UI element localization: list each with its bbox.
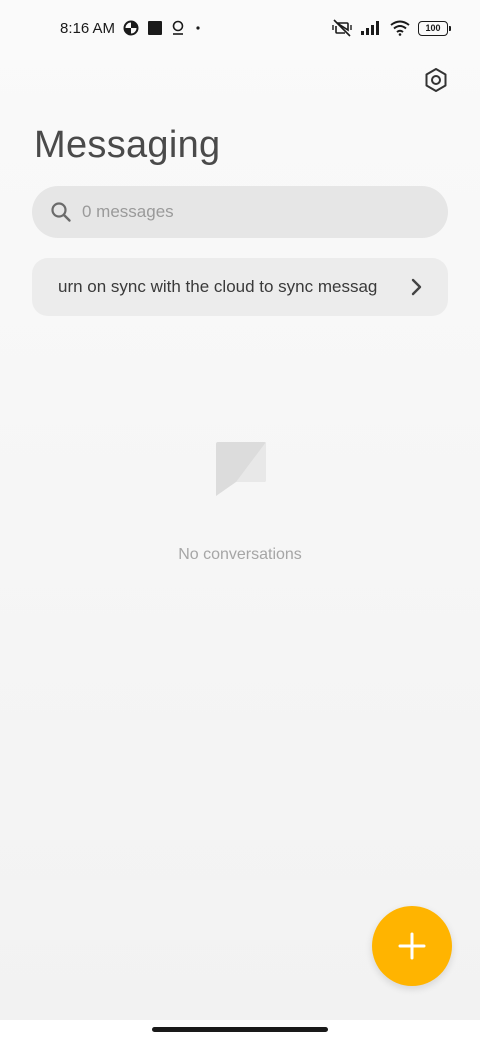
status-left: 8:16 AM — [60, 20, 203, 37]
settings-hexagon-icon — [425, 68, 447, 92]
empty-state: No conversations — [0, 440, 480, 564]
settings-button[interactable] — [420, 64, 452, 96]
search-input[interactable] — [82, 202, 402, 222]
square-notification-icon — [147, 20, 163, 36]
sync-banner-text: urn on sync with the cloud to sync messa… — [58, 277, 378, 296]
wifi-icon — [390, 20, 410, 36]
page-title: Messaging — [34, 124, 221, 166]
dot-icon — [193, 20, 203, 36]
message-bubble-icon — [216, 442, 266, 496]
signal-icon — [360, 20, 382, 36]
battery-icon: 100 — [418, 20, 451, 36]
chevron-right-icon — [411, 278, 422, 296]
home-indicator[interactable] — [152, 1027, 328, 1032]
status-bar: 8:16 AM 100 — [0, 0, 480, 56]
empty-state-text: No conversations — [178, 546, 302, 563]
status-time: 8:16 AM — [60, 19, 116, 37]
cloud-sync-banner[interactable]: urn on sync with the cloud to sync messa… — [32, 258, 448, 316]
data-saver-icon — [123, 20, 139, 36]
status-right: 100 — [332, 19, 451, 37]
location-pin-icon — [171, 20, 185, 36]
messaging-screen: 8:16 AM 100 Messaging 0 messages urn on … — [0, 0, 480, 1040]
search-icon — [51, 202, 71, 222]
new-message-button[interactable] — [372, 906, 452, 986]
battery-level: 100 — [425, 23, 441, 33]
search-bar[interactable] — [32, 186, 448, 238]
plus-icon — [398, 932, 426, 960]
vibrate-off-icon — [332, 19, 352, 37]
